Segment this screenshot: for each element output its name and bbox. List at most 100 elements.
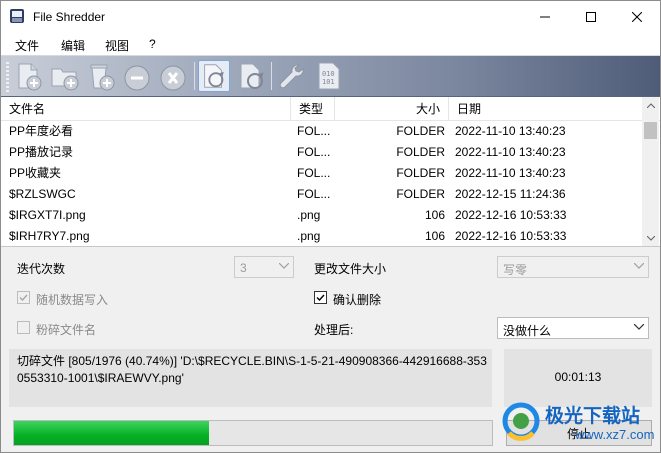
iterations-value: 3: [240, 261, 247, 275]
shred-icon: [204, 64, 224, 88]
add-folder-button[interactable]: [49, 60, 81, 92]
cell-size: FOLDER: [396, 124, 445, 138]
maximize-icon: [586, 12, 596, 22]
cell-size: FOLDER: [396, 187, 445, 201]
minus-icon: [124, 65, 150, 91]
table-row[interactable]: PP收藏夹 FOL... FOLDER 2022-11-10 13:40:23: [1, 163, 642, 184]
settings-button[interactable]: [275, 60, 307, 92]
check-icon: [19, 294, 28, 302]
recycle-bin-icon: [90, 64, 115, 91]
menu-edit[interactable]: 编辑: [61, 37, 85, 54]
cell-name: $IRH7RY7.png: [9, 229, 90, 243]
iterations-select[interactable]: 3: [234, 256, 294, 278]
minimize-button[interactable]: [522, 1, 568, 33]
app-icon: [10, 9, 24, 23]
chevron-down-icon: [634, 324, 644, 330]
cell-date: 2022-12-15 11:24:36: [455, 187, 566, 201]
watermark-title: 极光下载站: [545, 406, 641, 427]
menu-view[interactable]: 视图: [105, 37, 129, 54]
cell-name: PP播放记录: [9, 145, 74, 159]
table-row[interactable]: PP年度必看 FOL... FOLDER 2022-11-10 13:40:23: [1, 121, 642, 142]
title-bar: File Shredder: [1, 1, 660, 33]
cell-type: FOL...: [297, 166, 331, 180]
cell-date: 2022-11-10 13:40:23: [455, 166, 566, 180]
close-button[interactable]: [614, 1, 660, 33]
vertical-scrollbar[interactable]: [642, 97, 659, 246]
shred-names-checkbox[interactable]: [17, 321, 30, 334]
cell-name: $RZLSWGC: [9, 187, 76, 201]
add-file-button[interactable]: [13, 60, 45, 92]
binary-button[interactable]: 010 101: [313, 60, 345, 92]
shred-button[interactable]: [198, 60, 230, 92]
chevron-up-icon: [646, 103, 655, 108]
close-icon: [632, 12, 642, 22]
table-row[interactable]: $IRH7RY7.png .png 106 2022-12-16 10:53:3…: [1, 226, 642, 246]
cell-type: FOL...: [297, 145, 331, 159]
cell-size: 106: [424, 229, 445, 243]
toolbar: 010 101: [1, 55, 660, 97]
cell-size: FOLDER: [396, 166, 445, 180]
chevron-down-icon: [646, 236, 655, 241]
scroll-thumb[interactable]: [644, 122, 657, 139]
app-window: File Shredder 文件 编辑 视图 ? 010 101 文件名 类型 …: [0, 0, 661, 453]
cell-size: 106: [424, 208, 445, 222]
cell-name: PP收藏夹: [9, 166, 62, 180]
watermark: 极光下载站 www.xz7.com: [499, 393, 659, 449]
refresh-icon: [240, 63, 264, 89]
table-row[interactable]: $IRGXT7I.png .png 106 2022-12-16 10:53:3…: [1, 205, 642, 226]
cell-name: PP年度必看: [9, 124, 74, 138]
add-folder-icon: [51, 68, 79, 91]
toolbar-separator: [194, 62, 195, 90]
after-process-value: 没做什么: [503, 324, 552, 338]
watermark-logo-icon: [502, 402, 540, 441]
cell-type: .png: [297, 229, 321, 243]
refresh-button[interactable]: [235, 60, 267, 92]
chevron-down-icon: [634, 263, 644, 269]
menu-bar: 文件 编辑 视图 ?: [1, 33, 660, 55]
watermark-url: www.xz7.com: [575, 427, 655, 442]
menu-help[interactable]: ?: [149, 37, 156, 51]
list-header: 文件名 类型 大小 日期: [1, 97, 660, 121]
toolbar-grip[interactable]: [6, 62, 9, 92]
cell-date: 2022-12-16 10:53:33: [455, 229, 567, 243]
change-size-select[interactable]: 写零: [497, 256, 649, 278]
svg-text:010: 010: [322, 70, 335, 78]
column-header-date[interactable]: 日期: [449, 97, 642, 121]
clear-icon: [160, 65, 186, 91]
iterations-label: 迭代次数: [17, 262, 66, 276]
after-process-select[interactable]: 没做什么: [497, 317, 649, 339]
binary-file-icon: 010 101: [318, 62, 340, 90]
shred-names-label: 粉碎文件名: [36, 323, 97, 337]
toolbar-separator: [271, 62, 272, 90]
status-text: 切碎文件 [805/1976 (40.74%)] 'D:\$RECYCLE.BI…: [17, 354, 487, 385]
cell-size: FOLDER: [396, 145, 445, 159]
confirm-delete-checkbox[interactable]: [314, 291, 327, 304]
cell-date: 2022-12-16 10:53:33: [455, 208, 567, 222]
file-list: 文件名 类型 大小 日期 PP年度必看 FOL... FOLDER 2022-1…: [1, 97, 660, 247]
menu-file[interactable]: 文件: [15, 37, 39, 54]
scroll-up-button[interactable]: [642, 97, 659, 114]
add-recycle-bin-button[interactable]: [85, 60, 117, 92]
column-header-type[interactable]: 类型: [291, 97, 335, 121]
window-title: File Shredder: [33, 10, 106, 24]
progress-bar: [13, 420, 493, 446]
confirm-delete-label: 确认删除: [333, 293, 382, 307]
table-row[interactable]: PP播放记录 FOL... FOLDER 2022-11-10 13:40:23: [1, 142, 642, 163]
cell-name: $IRGXT7I.png: [9, 208, 86, 222]
random-write-checkbox[interactable]: [17, 291, 30, 304]
elapsed-time: 00:01:13: [554, 370, 602, 384]
minimize-icon: [540, 16, 550, 18]
cell-date: 2022-11-10 13:40:23: [455, 124, 566, 138]
cell-type: FOL...: [297, 187, 331, 201]
scroll-down-button[interactable]: [642, 230, 659, 246]
clear-button[interactable]: [157, 60, 189, 92]
remove-button[interactable]: [121, 60, 153, 92]
cell-type: FOL...: [297, 124, 331, 138]
column-header-name[interactable]: 文件名: [1, 97, 291, 121]
cell-date: 2022-11-10 13:40:23: [455, 145, 566, 159]
column-header-size[interactable]: 大小: [335, 97, 449, 121]
progress-fill: [14, 421, 209, 445]
table-row[interactable]: $RZLSWGC FOL... FOLDER 2022-12-15 11:24:…: [1, 184, 642, 205]
maximize-button[interactable]: [568, 1, 614, 33]
add-file-icon: [18, 63, 42, 91]
